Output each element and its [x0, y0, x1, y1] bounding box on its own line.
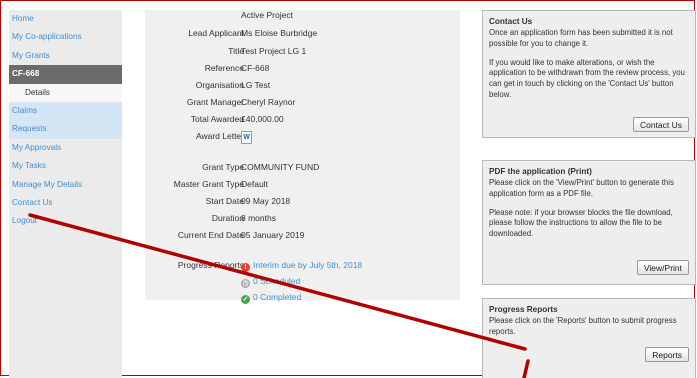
- reports-title: Progress Reports: [489, 305, 558, 314]
- pdf-panel: PDF the application (Print) Please click…: [482, 160, 696, 285]
- progress-scheduled-link[interactable]: ◷ 0 Scheduled: [241, 274, 300, 288]
- start-date-value: 09 May 2018: [241, 196, 291, 206]
- check-icon: ✓: [241, 295, 250, 304]
- nav-my-co-applications[interactable]: My Co-applications: [9, 28, 122, 46]
- progress-scheduled-text: 0 Scheduled: [253, 276, 301, 286]
- contact-us-text-1: Once an application form has been submit…: [489, 28, 673, 48]
- reports-button[interactable]: Reports: [645, 347, 689, 362]
- progress-reports-label: Progress Reports: [177, 260, 244, 270]
- nav-contact-us[interactable]: Contact Us: [9, 194, 122, 212]
- grant-type-value: COMMUNITY FUND: [241, 162, 320, 172]
- lead-applicant-value: Ms Eloise Burbridge: [241, 28, 318, 38]
- warning-icon: !: [241, 263, 250, 272]
- reports-text: Please click on the 'Reports' button to …: [489, 316, 677, 336]
- nav-my-grants[interactable]: My Grants: [9, 47, 122, 65]
- pdf-text-1: Please click on the 'View/Print' button …: [489, 178, 674, 198]
- nav-claims[interactable]: Claims: [9, 101, 122, 121]
- grant-manager-value: Cheryl Raynor: [241, 97, 296, 107]
- organisation-value: LG Test: [241, 80, 271, 90]
- lead-applicant-label: Lead Applicant: [188, 28, 244, 38]
- nav-manage-my-details[interactable]: Manage My Details: [9, 176, 122, 194]
- progress-completed-link[interactable]: ✓ 0 Completed: [241, 290, 301, 304]
- progress-completed-text: 0 Completed: [253, 292, 302, 302]
- contact-us-title: Contact Us: [489, 17, 533, 26]
- clock-icon: ◷: [241, 279, 250, 288]
- sidebar-nav: Home My Co-applications My Grants CF-668…: [9, 10, 122, 378]
- grant-type-label: Grant Type: [202, 162, 244, 172]
- nav-logout[interactable]: Logout: [9, 212, 122, 230]
- grant-manager-label: Grant Manager: [186, 97, 244, 107]
- master-grant-type-label: Master Grant Type: [173, 179, 244, 189]
- reference-label: Reference: [204, 63, 244, 73]
- pdf-title: PDF the application (Print): [489, 167, 592, 176]
- title-value: Test Project LG 1: [241, 46, 307, 56]
- progress-reports-panel: Progress Reports Please click on the 'Re…: [482, 298, 696, 378]
- duration-label: Duration: [211, 213, 244, 223]
- award-letter-label: Award Letter: [195, 131, 244, 141]
- total-awarded-label: Total Awarded: [190, 114, 244, 124]
- organisation-label: Organisation: [195, 80, 244, 90]
- master-grant-type-value: Default: [241, 179, 268, 189]
- current-end-date-label: Current End Date: [177, 230, 244, 240]
- progress-interim-link[interactable]: ! Interim due by July 5th, 2018: [241, 258, 362, 272]
- start-date-label: Start Date: [205, 196, 244, 206]
- nav-home[interactable]: Home: [9, 10, 122, 28]
- contact-us-panel: Contact Us Once an application form has …: [482, 10, 696, 138]
- view-print-button[interactable]: View/Print: [636, 260, 689, 275]
- contact-us-button[interactable]: Contact Us: [632, 117, 689, 132]
- nav-grant-cf-668[interactable]: CF-668: [9, 65, 122, 84]
- nav-details[interactable]: Details: [9, 83, 122, 102]
- current-end-date-value: 05 January 2019: [241, 230, 305, 240]
- total-awarded-value: £40,000.00: [241, 114, 284, 124]
- project-details: Active Project Lead Applicant Ms Eloise B…: [145, 10, 460, 304]
- nav-my-approvals[interactable]: My Approvals: [9, 139, 122, 157]
- pdf-text-2: Please note: if your browser blocks the …: [489, 207, 673, 239]
- word-document-icon[interactable]: W: [241, 131, 252, 144]
- nav-my-tasks[interactable]: My Tasks: [9, 157, 122, 175]
- progress-interim-text: Interim due by July 5th, 2018: [253, 260, 363, 270]
- project-status: Active Project: [241, 10, 293, 20]
- duration-value: 8 months: [241, 213, 276, 223]
- contact-us-text-2: If you would like to make alterations, o…: [489, 57, 685, 99]
- nav-requests[interactable]: Requests: [9, 120, 122, 139]
- reference-value: CF-668: [241, 63, 270, 73]
